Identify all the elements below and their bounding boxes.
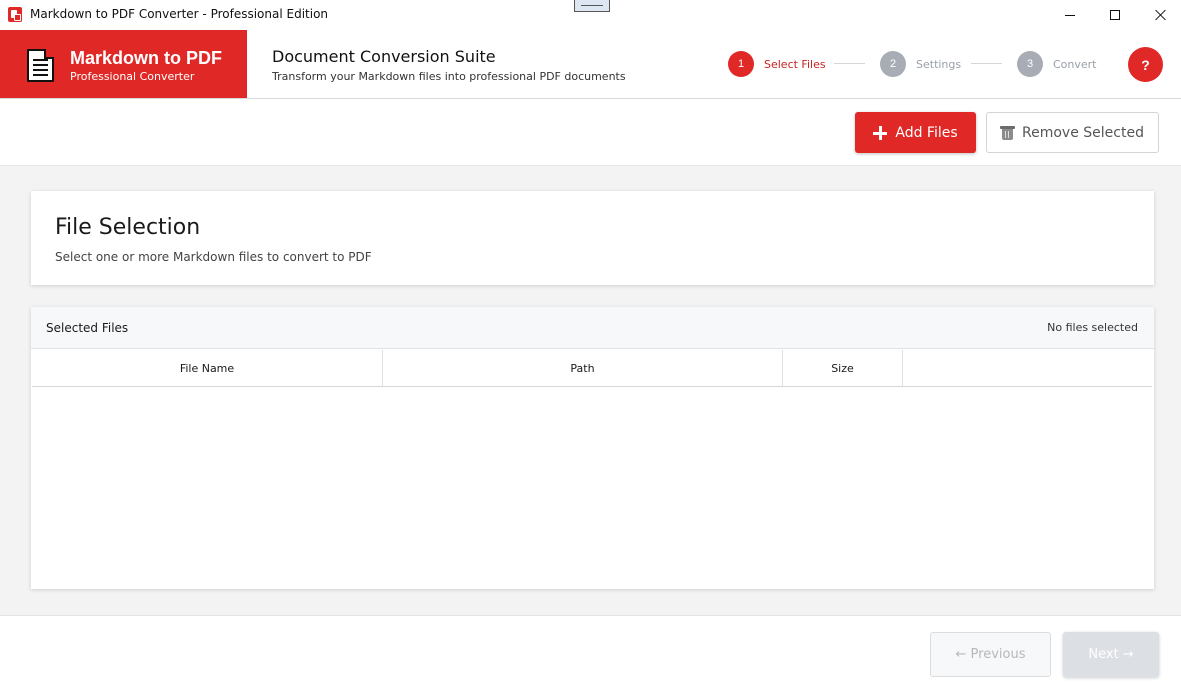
selected-files-header: Selected Files No files selected [31, 307, 1154, 349]
files-table-body[interactable] [32, 388, 1152, 588]
selected-files-title: Selected Files [46, 321, 129, 335]
column-header-empty [903, 350, 1152, 386]
help-button[interactable]: ? [1128, 47, 1163, 82]
maximize-button[interactable] [1092, 0, 1138, 30]
column-header-file-name[interactable]: File Name [32, 350, 383, 386]
app-header: Markdown to PDF Professional Converter D… [0, 30, 1181, 99]
step-connector [971, 63, 1002, 64]
plus-icon [873, 125, 888, 140]
column-header-size[interactable]: Size [783, 350, 903, 386]
drag-handle-icon[interactable] [574, 0, 610, 12]
previous-button[interactable]: ← Previous [930, 632, 1051, 677]
main-content: File Selection Select one or more Markdo… [0, 166, 1181, 615]
page-title: File Selection [55, 215, 201, 240]
step-convert: 3 Convert [1017, 51, 1097, 77]
document-icon [27, 49, 54, 82]
step-number: 1 [728, 51, 754, 77]
minimize-icon [1065, 14, 1075, 16]
close-button[interactable] [1138, 0, 1181, 30]
step-number: 3 [1017, 51, 1043, 77]
footer-nav: ← Previous Next → [0, 615, 1181, 688]
files-table-header: File Name Path Size [32, 350, 1152, 387]
step-label: Settings [916, 57, 962, 71]
brand-name: Markdown to PDF [70, 48, 222, 68]
column-header-path[interactable]: Path [383, 350, 783, 386]
add-files-button[interactable]: Add Files [855, 112, 976, 153]
remove-selected-button[interactable]: Remove Selected [986, 112, 1159, 153]
brand-panel: Markdown to PDF Professional Converter [0, 30, 247, 98]
page-description: Select one or more Markdown files to con… [55, 250, 372, 264]
suite-subtitle: Transform your Markdown files into profe… [272, 70, 626, 83]
brand-subtitle: Professional Converter [70, 70, 195, 83]
minimize-button[interactable] [1047, 0, 1093, 30]
next-button[interactable]: Next → [1063, 632, 1159, 677]
step-label: Select Files [764, 57, 826, 71]
step-number: 2 [880, 51, 906, 77]
window-title-bar[interactable]: Markdown to PDF Converter - Professional… [0, 0, 1181, 30]
trash-icon [1000, 125, 1016, 140]
file-selection-card: File Selection Select one or more Markdo… [31, 191, 1154, 285]
step-connector [834, 63, 865, 64]
selected-files-panel: Selected Files No files selected File Na… [31, 307, 1154, 589]
add-files-label: Add Files [895, 124, 958, 141]
pdf-app-icon [8, 7, 22, 22]
close-icon [1155, 9, 1167, 21]
step-select-files: 1 Select Files [728, 51, 826, 77]
files-count-status: No files selected [1047, 321, 1138, 334]
window-title: Markdown to PDF Converter - Professional… [30, 7, 329, 21]
toolbar: Add Files Remove Selected [0, 99, 1181, 166]
maximize-icon [1110, 10, 1120, 20]
step-settings: 2 Settings [880, 51, 961, 77]
remove-selected-label: Remove Selected [1022, 124, 1144, 141]
suite-title: Document Conversion Suite [272, 47, 496, 66]
step-label: Convert [1053, 57, 1097, 71]
